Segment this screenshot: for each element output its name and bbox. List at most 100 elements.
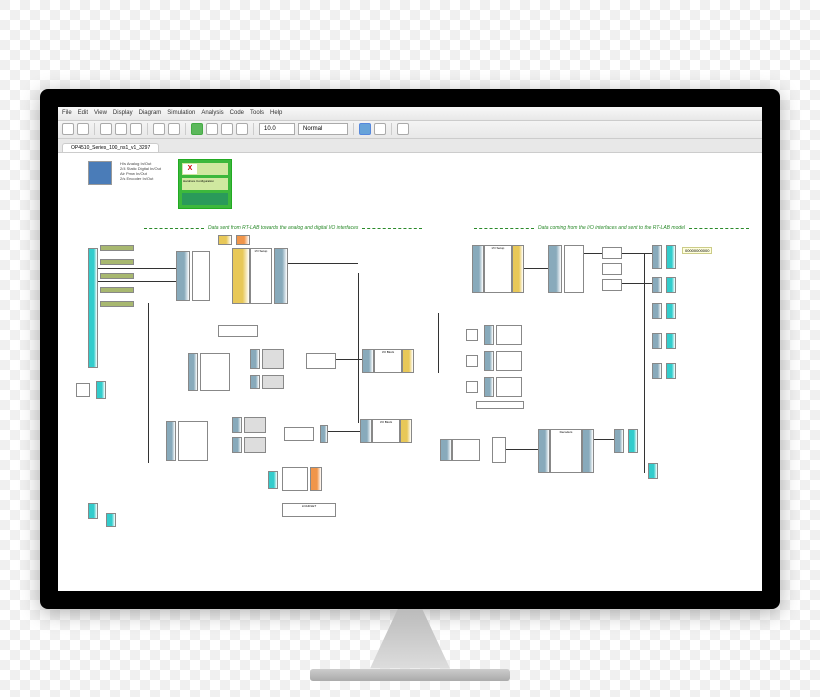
gain-tiny-2[interactable] bbox=[236, 235, 250, 245]
io-block-2[interactable]: I/O Block bbox=[372, 419, 400, 443]
io-block-1[interactable]: I/O Block bbox=[374, 349, 402, 373]
ioblk2-out[interactable] bbox=[400, 419, 412, 443]
const-2[interactable] bbox=[466, 355, 478, 367]
menu-display[interactable]: Display bbox=[113, 110, 133, 116]
menu-code[interactable]: Code bbox=[230, 110, 244, 116]
decoders-block[interactable]: Decoders bbox=[550, 429, 582, 473]
datachkH-1[interactable] bbox=[262, 349, 284, 369]
bsel-3[interactable] bbox=[484, 377, 494, 397]
r-tags[interactable] bbox=[564, 245, 584, 293]
blend-1[interactable] bbox=[496, 325, 522, 345]
dataout-bus[interactable] bbox=[648, 463, 658, 479]
r-in-1[interactable] bbox=[472, 245, 484, 293]
model-advisor-button[interactable] bbox=[397, 123, 409, 135]
slot-3[interactable] bbox=[100, 273, 134, 279]
menu-diagram[interactable]: Diagram bbox=[139, 110, 162, 116]
ioblk-out[interactable] bbox=[402, 349, 414, 373]
qe-sum[interactable] bbox=[492, 437, 506, 463]
fast-restart-button[interactable] bbox=[359, 123, 371, 135]
menu-analysis[interactable]: Analysis bbox=[201, 110, 223, 116]
select-4[interactable] bbox=[166, 421, 176, 461]
demux-left[interactable] bbox=[192, 251, 210, 301]
menu-tools[interactable]: Tools bbox=[250, 110, 264, 116]
const-3[interactable] bbox=[466, 381, 478, 393]
bsel-1[interactable] bbox=[484, 325, 494, 345]
iosetup-left-ports[interactable] bbox=[274, 248, 288, 304]
loadin-left[interactable] bbox=[88, 503, 98, 519]
qe-subsys[interactable] bbox=[452, 439, 480, 461]
slot-5[interactable] bbox=[100, 301, 134, 307]
select-1[interactable] bbox=[188, 353, 198, 391]
model-config-button[interactable] bbox=[168, 123, 180, 135]
sel-6[interactable] bbox=[232, 437, 242, 453]
emit-sel[interactable] bbox=[614, 429, 624, 453]
library-button[interactable] bbox=[153, 123, 165, 135]
slot-1[interactable] bbox=[100, 245, 134, 251]
r-out-1[interactable] bbox=[512, 245, 524, 293]
out-sel-1[interactable] bbox=[652, 245, 662, 269]
iosetup-left[interactable]: I/O Setup bbox=[250, 248, 272, 304]
out-sel-4[interactable] bbox=[652, 333, 662, 349]
datachkH-2[interactable] bbox=[262, 375, 284, 389]
blend-3[interactable] bbox=[496, 377, 522, 397]
pulsegen-block[interactable] bbox=[218, 325, 258, 337]
simulation-mode-select[interactable]: Normal bbox=[298, 123, 348, 135]
out-sel-5[interactable] bbox=[652, 363, 662, 379]
dc-1[interactable] bbox=[244, 417, 266, 433]
input-bus-left[interactable] bbox=[88, 248, 98, 368]
stop-time-input[interactable]: 10.0 bbox=[259, 123, 295, 135]
scope-3[interactable] bbox=[602, 279, 622, 291]
dec-out[interactable] bbox=[582, 429, 594, 473]
sel-5[interactable] bbox=[232, 417, 242, 433]
menu-help[interactable]: Help bbox=[270, 110, 282, 116]
out-bus-2[interactable] bbox=[666, 277, 676, 293]
new-button[interactable] bbox=[62, 123, 74, 135]
gain-tiny-1[interactable] bbox=[218, 235, 232, 245]
blend-2[interactable] bbox=[496, 351, 522, 371]
pga-block[interactable] bbox=[232, 248, 250, 304]
scope-1[interactable] bbox=[602, 247, 622, 259]
menu-edit[interactable]: Edit bbox=[78, 110, 88, 116]
loadnet-block[interactable]: LOAD/LET bbox=[282, 503, 336, 517]
fpga-config-block[interactable]: X Hardcore Configuration bbox=[178, 159, 232, 209]
ioblk-in[interactable] bbox=[362, 349, 374, 373]
enc-out[interactable] bbox=[310, 467, 322, 491]
diagram-canvas[interactable]: H/s Analog In/Out 2/4 Static Digital In/… bbox=[58, 153, 762, 591]
out-sel-3[interactable] bbox=[652, 303, 662, 319]
emit-bus[interactable] bbox=[628, 429, 638, 453]
ioblk2-in[interactable] bbox=[360, 419, 372, 443]
dc-2[interactable] bbox=[244, 437, 266, 453]
menu-simulation[interactable]: Simulation bbox=[167, 110, 195, 116]
mux-left[interactable] bbox=[176, 251, 190, 301]
sel-7[interactable] bbox=[320, 425, 328, 443]
dout-select02[interactable] bbox=[284, 427, 314, 441]
subsys-2[interactable] bbox=[178, 421, 208, 461]
loadin-aux[interactable] bbox=[106, 513, 116, 527]
tab-model-1[interactable]: OP4510_Series_100_ns1_v1_3297 bbox=[62, 143, 159, 152]
select-2[interactable] bbox=[250, 349, 260, 369]
qe-in[interactable] bbox=[440, 439, 452, 461]
menu-view[interactable]: View bbox=[94, 110, 107, 116]
dout-select01[interactable] bbox=[306, 353, 336, 369]
run-button[interactable] bbox=[191, 123, 203, 135]
pause-button[interactable] bbox=[236, 123, 248, 135]
build-button[interactable] bbox=[374, 123, 386, 135]
out-bus-4[interactable] bbox=[666, 333, 676, 349]
step-forward-button[interactable] bbox=[206, 123, 218, 135]
subsys-1[interactable] bbox=[200, 353, 230, 391]
stop-button[interactable] bbox=[221, 123, 233, 135]
bsel-2[interactable] bbox=[484, 351, 494, 371]
dec-in[interactable] bbox=[538, 429, 550, 473]
scope-2[interactable] bbox=[602, 263, 622, 275]
back-button[interactable] bbox=[100, 123, 112, 135]
r-io-1[interactable]: I/O Setup bbox=[484, 245, 512, 293]
r-demux[interactable] bbox=[548, 245, 562, 293]
out-sel-2[interactable] bbox=[652, 277, 662, 293]
out-bus-5[interactable] bbox=[666, 363, 676, 379]
menu-file[interactable]: File bbox=[62, 110, 72, 116]
out-bus-1[interactable] bbox=[666, 245, 676, 269]
select-3[interactable] bbox=[250, 375, 260, 389]
ground-block[interactable] bbox=[76, 383, 90, 397]
const-1[interactable] bbox=[466, 329, 478, 341]
forward-button[interactable] bbox=[115, 123, 127, 135]
